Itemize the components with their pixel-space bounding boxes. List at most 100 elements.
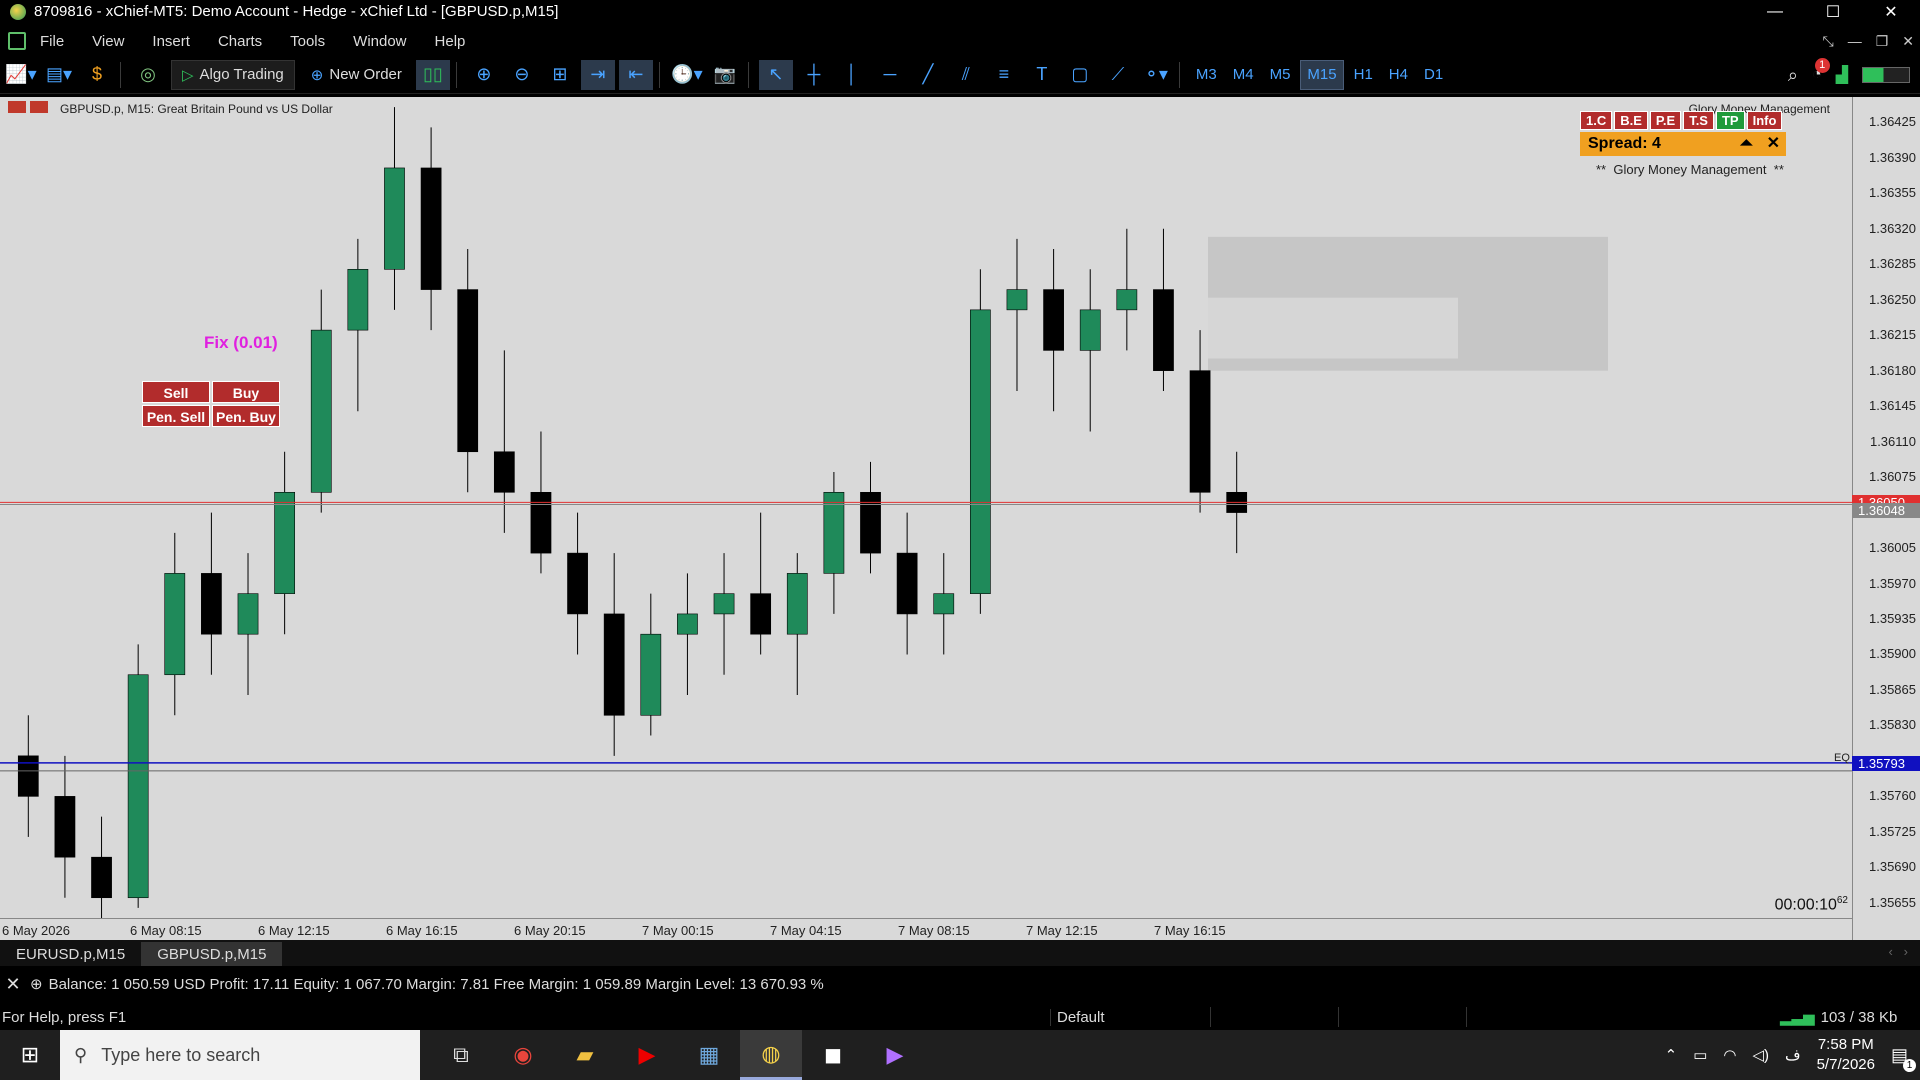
- dollar-icon[interactable]: $: [80, 60, 114, 90]
- buy-button[interactable]: Buy: [212, 381, 280, 403]
- trailing-stop-button[interactable]: T.S: [1683, 111, 1714, 130]
- algo-trading-button[interactable]: ▷ Algo Trading: [171, 59, 295, 90]
- gann-icon[interactable]: ⟋: [1101, 60, 1135, 90]
- separator: [120, 61, 121, 88]
- tile-windows-icon[interactable]: ⊞: [543, 60, 577, 90]
- metatrader-icon[interactable]: ◍: [740, 1030, 802, 1080]
- shapes-icon[interactable]: ⚬▾: [1139, 60, 1173, 90]
- notification-center-icon[interactable]: ▤ 1: [1891, 1045, 1916, 1072]
- pin-icon[interactable]: ⤡: [1823, 33, 1834, 50]
- close-button[interactable]: ✕: [1862, 0, 1920, 23]
- minimize-button[interactable]: —: [1746, 0, 1804, 23]
- candle-body: [1116, 289, 1138, 311]
- menu-help[interactable]: Help: [421, 33, 480, 50]
- timeframe-m15[interactable]: M15: [1300, 59, 1344, 90]
- lot-size-label[interactable]: Fix (0.01): [204, 333, 278, 353]
- notifications-icon[interactable]: ◔ 1: [1812, 58, 1830, 84]
- take-profit-button[interactable]: TP: [1715, 111, 1745, 130]
- close-one-button[interactable]: 1.C: [1580, 111, 1613, 130]
- show-hidden-icons[interactable]: ⌃: [1665, 1046, 1678, 1064]
- timeframe-m3[interactable]: M3: [1190, 60, 1223, 90]
- maximize-button[interactable]: ☐: [1804, 0, 1862, 23]
- timeframe-h1[interactable]: H1: [1348, 60, 1379, 90]
- tab-eurusd[interactable]: EURUSD.p,M15: [0, 942, 141, 966]
- volume-icon[interactable]: ◁): [1753, 1046, 1770, 1064]
- indicators-icon[interactable]: ▤▾: [42, 60, 76, 90]
- tab-gbpusd[interactable]: GBPUSD.p,M15: [141, 942, 283, 966]
- tradingview-icon[interactable]: ◼: [802, 1030, 864, 1080]
- chrome-icon[interactable]: ◉: [492, 1030, 554, 1080]
- text-icon[interactable]: T: [1025, 60, 1059, 90]
- windows-start-icon[interactable]: ⊞: [0, 1030, 60, 1080]
- price-chart[interactable]: EQ: [0, 97, 1852, 918]
- trendline-icon[interactable]: ╱: [911, 60, 945, 90]
- spread-bar: Spread: 4 ⏶ ✕: [1580, 132, 1786, 156]
- plus-circle-icon[interactable]: ⊕: [30, 975, 43, 993]
- timeframe-m5[interactable]: M5: [1264, 60, 1297, 90]
- calculator-icon[interactable]: ▦: [678, 1030, 740, 1080]
- partial-exit-button[interactable]: P.E: [1649, 111, 1682, 130]
- channel-icon[interactable]: ⫽: [949, 60, 983, 90]
- menu-file[interactable]: File: [26, 33, 78, 50]
- horizontal-line-icon[interactable]: ─: [873, 60, 907, 90]
- price-tick: 1.35830: [1869, 717, 1916, 733]
- menu-insert[interactable]: Insert: [138, 33, 204, 50]
- battery-icon[interactable]: ▭: [1693, 1046, 1707, 1064]
- timeframe-h4[interactable]: H4: [1383, 60, 1414, 90]
- sell-button[interactable]: Sell: [142, 381, 210, 403]
- system-tray: ⌃ ▭ ◠ ◁) ف 7:58 PM 5/7/2026 ▤ 1: [1665, 1030, 1920, 1080]
- crosshair-icon[interactable]: ┼: [797, 60, 831, 90]
- zoom-out-icon[interactable]: ⊖: [505, 60, 539, 90]
- panel-close-icon[interactable]: ✕: [1767, 132, 1780, 156]
- time-axis[interactable]: 6 May 2026 6 May 08:15 6 May 12:15 6 May 16…: [0, 918, 1852, 940]
- new-order-button[interactable]: ⊕ New Order: [301, 60, 412, 90]
- cursor-icon[interactable]: ↖: [758, 59, 793, 90]
- signal-icon[interactable]: ▟: [1836, 65, 1848, 85]
- timeframe-d1[interactable]: D1: [1418, 60, 1449, 90]
- mdi-close-button[interactable]: ✕: [1902, 33, 1914, 50]
- candle-body: [237, 593, 259, 635]
- file-explorer-icon[interactable]: ▰: [554, 1030, 616, 1080]
- autoscroll-icon[interactable]: ⇥: [580, 59, 615, 90]
- video-editor-icon[interactable]: ▶: [864, 1030, 926, 1080]
- mdi-minimize-button[interactable]: —: [1848, 33, 1862, 50]
- candle-body: [384, 167, 405, 270]
- chart-shift-icon[interactable]: ⇤: [618, 59, 653, 90]
- menu-tools[interactable]: Tools: [276, 33, 339, 50]
- info-button[interactable]: Info: [1746, 111, 1783, 130]
- pending-sell-button[interactable]: Pen. Sell: [142, 405, 210, 427]
- toolbox-close-icon[interactable]: ✕: [0, 974, 26, 995]
- menu-window[interactable]: Window: [339, 33, 420, 50]
- task-view-icon[interactable]: ⧉: [430, 1030, 492, 1080]
- candle-body: [1006, 289, 1028, 311]
- menu-charts[interactable]: Charts: [204, 33, 276, 50]
- timeframe-m4[interactable]: M4: [1227, 60, 1260, 90]
- rectangle-icon[interactable]: ▢: [1063, 60, 1097, 90]
- break-even-button[interactable]: B.E: [1614, 111, 1648, 130]
- periods-icon[interactable]: 🕒▾: [670, 60, 704, 90]
- tab-scroll-icon[interactable]: ‹ ›: [1889, 944, 1909, 959]
- menu-view[interactable]: View: [78, 33, 138, 50]
- price-axis[interactable]: 1.36425 1.36390 1.36355 1.36320 1.36285 1.362…: [1852, 97, 1920, 940]
- language-icon[interactable]: ف: [1785, 1046, 1801, 1064]
- screenshot-icon[interactable]: 📷: [708, 60, 742, 90]
- chart-window[interactable]: EQ GBPUSD.p, M15: Great Britain Pound vs…: [0, 97, 1920, 940]
- candle-body: [567, 552, 588, 615]
- zoom-in-icon[interactable]: ⊕: [467, 60, 501, 90]
- mdi-restore-button[interactable]: ❐: [1876, 33, 1889, 50]
- fibonacci-icon[interactable]: ≡: [987, 60, 1021, 90]
- chart-type-icon[interactable]: 📈▾: [4, 60, 38, 90]
- taskbar-search[interactable]: ⚲ Type here to search: [60, 1030, 420, 1080]
- pending-buy-button[interactable]: Pen. Buy: [212, 405, 280, 427]
- depth-of-market-icon[interactable]: ▯▯: [415, 59, 450, 90]
- collapse-icon[interactable]: ⏶: [1740, 132, 1753, 156]
- taskbar-clock[interactable]: 7:58 PM 5/7/2026: [1817, 1035, 1875, 1075]
- separator: [455, 61, 457, 88]
- market-icon[interactable]: ◎: [131, 60, 165, 90]
- search-icon[interactable]: ⌕: [1788, 65, 1798, 86]
- wifi-icon[interactable]: ◠: [1723, 1046, 1736, 1064]
- vertical-line-icon[interactable]: │: [835, 60, 869, 90]
- time-tick: 6 May 16:15: [386, 923, 458, 938]
- youtube-icon[interactable]: ▶: [616, 1030, 678, 1080]
- price-tick: 1.36110: [1869, 433, 1916, 449]
